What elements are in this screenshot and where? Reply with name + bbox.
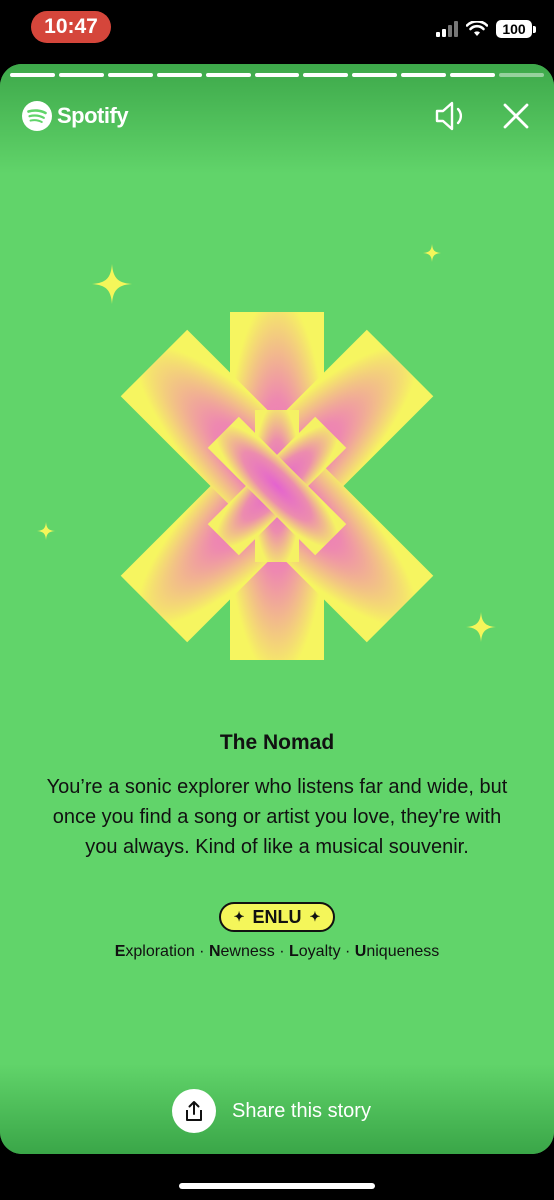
trait-rest: xploration: [125, 943, 195, 960]
persona-description: You’re a sonic explorer who listens far …: [46, 776, 508, 858]
sparkle-icon: ✦: [309, 909, 321, 924]
battery-indicator: 100: [496, 20, 536, 38]
trait-rest: ewness: [220, 943, 275, 960]
progress-segment: [450, 73, 496, 77]
persona-title: The Nomad: [219, 731, 335, 754]
sparkle-icon: [423, 244, 441, 262]
status-bar: 10:47 100: [0, 0, 554, 62]
story-header: Spotify: [0, 96, 554, 140]
share-icon-circle: [172, 1089, 216, 1133]
trait-separator: ·: [340, 943, 355, 960]
trait-item: Exploration: [115, 943, 195, 960]
progress-segment: [303, 73, 349, 77]
trait-item: Uniqueness: [355, 943, 440, 960]
share-story-button[interactable]: Share this story: [172, 1089, 371, 1133]
progress-segment: [156, 73, 202, 77]
trait-initial: E: [114, 943, 126, 960]
progress-segment: [401, 73, 447, 77]
sparkle-icon: [37, 522, 55, 540]
trait-item: Newness: [209, 943, 275, 960]
status-icons: 100: [436, 20, 536, 38]
wifi-icon: [466, 21, 488, 36]
sparkle-icon: [92, 264, 132, 304]
trait-rest: niqueness: [366, 943, 440, 960]
trait-rest: oyalty: [298, 943, 341, 960]
persona-code: ENLU: [252, 906, 302, 927]
brand-name: Spotify: [57, 103, 129, 128]
progress-segment: [205, 73, 251, 77]
persona-code-badge: ✦ ENLU ✦: [219, 902, 335, 932]
share-icon: [186, 1101, 202, 1121]
trait-separator: ·: [274, 943, 289, 960]
status-time: 10:47: [31, 11, 111, 43]
speaker-icon[interactable]: [433, 98, 469, 134]
share-label: Share this story: [232, 1099, 371, 1122]
signal-icon: [436, 21, 458, 37]
trait-initial: U: [354, 943, 367, 960]
nomad-artwork: [120, 312, 434, 660]
story-progress-bar: [10, 73, 544, 77]
sparkle-icon: [466, 612, 496, 642]
trait-initial: L: [288, 943, 299, 960]
progress-segment: [254, 73, 300, 77]
progress-segment: [58, 73, 104, 77]
progress-segment: [10, 73, 55, 77]
persona-traits: Exploration · Newness · Loyalty · Unique…: [0, 943, 554, 961]
close-icon[interactable]: [500, 100, 532, 132]
trait-initial: N: [208, 943, 221, 960]
progress-segment: [107, 73, 153, 77]
progress-segment: [352, 73, 398, 77]
trait-separator: ·: [194, 943, 209, 960]
trait-item: Loyalty: [289, 943, 341, 960]
progress-segment: [499, 73, 544, 77]
spotify-logo-icon: [22, 101, 52, 131]
home-indicator[interactable]: [179, 1183, 375, 1189]
story-card[interactable]: Spotify The Nomad You’re a sonic explore…: [0, 64, 554, 1154]
sparkle-icon: ✦: [233, 909, 245, 924]
spotify-logo: Spotify: [21, 100, 129, 132]
